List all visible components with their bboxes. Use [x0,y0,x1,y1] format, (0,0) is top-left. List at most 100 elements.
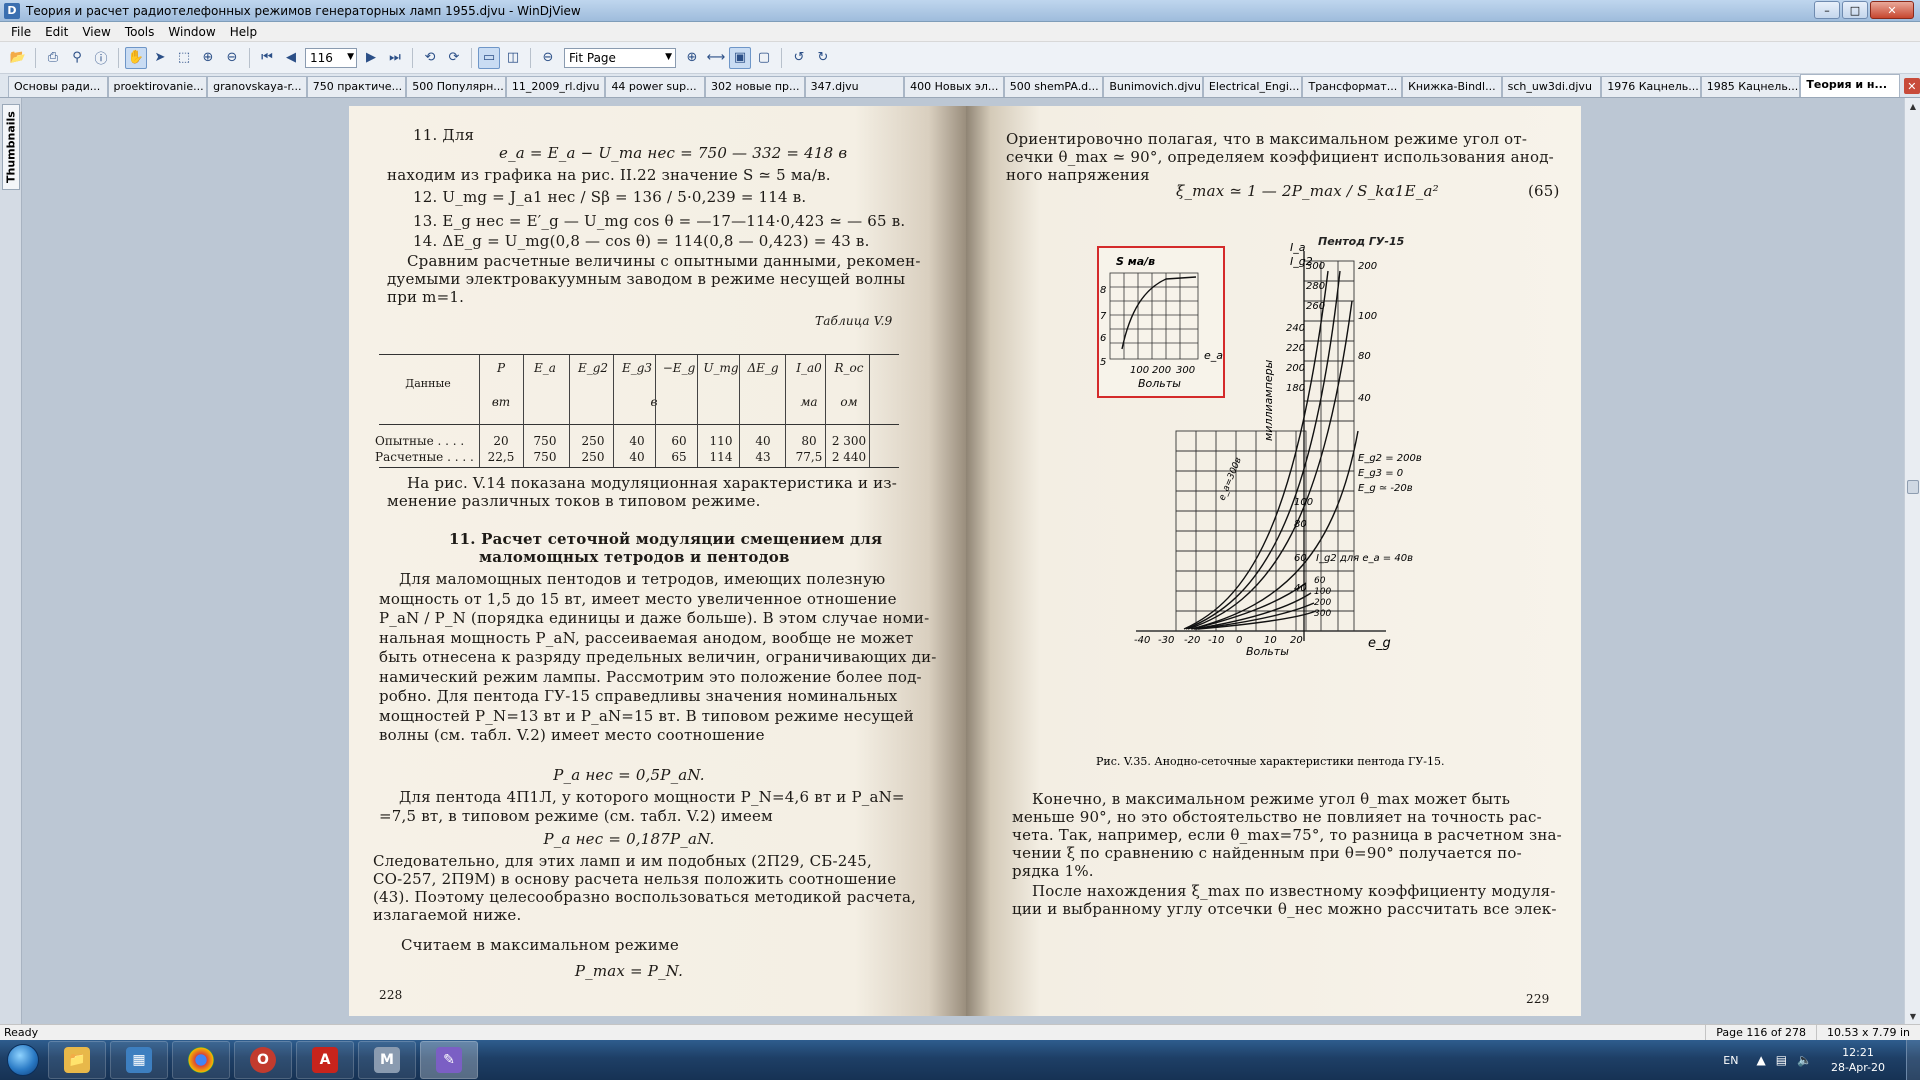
fit-width-icon[interactable]: ⟷ [705,47,727,69]
tray-arrow-icon[interactable]: ▲ [1756,1053,1765,1067]
prev-page-icon[interactable]: ◀ [280,47,302,69]
menu-help[interactable]: Help [223,25,264,39]
chevron-down-icon[interactable]: ▼ [347,52,354,62]
left-page: 11. Для e_a = E_a − U_ma нес = 750 — 332… [349,106,966,1016]
tab-12[interactable]: Electrical_Engi... [1202,76,1303,97]
taskbar-chrome[interactable] [172,1041,230,1079]
taskbar-acrobat[interactable]: A [296,1041,354,1079]
show-desktop-button[interactable] [1906,1040,1920,1080]
text-line: нальная мощность P_aN, рассеиваемая анод… [379,628,914,647]
actual-size-icon[interactable]: ▢ [753,47,775,69]
volume-icon[interactable]: 🔈 [1797,1053,1812,1067]
zoom-in-icon[interactable]: ⊕ [681,47,703,69]
tab-18[interactable]: Теория и н... [1800,74,1900,97]
menu-tools[interactable]: Tools [118,25,162,39]
scroll-thumb[interactable] [1907,480,1919,494]
tick-label: -20 [1184,635,1200,646]
print-icon[interactable]: ⎙ [42,47,64,69]
close-tab-icon[interactable]: ✕ [1903,78,1920,94]
thumbnails-tab[interactable]: Thumbnails [2,104,20,190]
document-view[interactable]: 11. Для e_a = E_a − U_ma нес = 750 — 332… [22,98,1904,1024]
taskbar-opera[interactable]: O [234,1041,292,1079]
rotate-right-icon[interactable]: ↻ [812,47,834,69]
forward-icon[interactable]: ⟳ [443,47,465,69]
menu-edit[interactable]: Edit [38,25,75,39]
text-line: Считаем в максимальном режиме [401,936,679,954]
menu-window[interactable]: Window [161,25,222,39]
table-divider [697,355,698,467]
table-col-header: P [496,361,506,375]
network-icon[interactable]: ▤ [1776,1053,1787,1067]
minimize-button[interactable]: – [1814,1,1840,19]
media-center-icon: ▦ [126,1047,152,1073]
close-button[interactable]: ✕ [1870,1,1914,19]
tab-0[interactable]: Основы ради... [7,76,108,97]
tab-8[interactable]: 347.djvu [804,76,905,97]
hand-tool-icon[interactable]: ✋ [125,46,147,69]
document-tabs: Основы ради... proektirovanie... granovska… [0,74,1920,98]
select-tool-icon[interactable]: ➤ [149,47,171,69]
tab-5[interactable]: 11_2009_rl.djvu [505,76,606,97]
tab-15[interactable]: sch_uw3di.djvu [1501,76,1602,97]
table-divider [655,355,656,467]
chevron-down-icon[interactable]: ▼ [665,52,672,62]
zoom-in-tool-icon[interactable]: ⊕ [197,47,219,69]
menu-view[interactable]: View [75,25,117,39]
tab-16[interactable]: 1976 Кацнель... [1601,76,1701,97]
next-page-icon[interactable]: ▶ [360,47,382,69]
open-icon[interactable]: 📂 [7,47,29,69]
text-line: намический режим лампы. Рассмотрим это п… [379,667,922,686]
table-divider [569,355,570,467]
tab-9[interactable]: 400 Новых эл... [904,76,1004,97]
text-line: волны (см. табл. V.2) имеет место соотно… [379,726,765,744]
find-icon[interactable]: ⚲ [66,47,88,69]
taskbar: 📁 ▦ O A M ✎ EN ▲ ▤ 🔈 12:21 28-Apr-20 [0,1040,1920,1080]
tab-3[interactable]: 750 практиче... [306,76,407,97]
text-line: сечки θ_max ≃ 90°, определяем коэффициен… [1006,148,1554,166]
tab-17[interactable]: 1985 Кацнель... [1700,76,1801,97]
start-button[interactable] [0,1040,46,1080]
rotate-left-icon[interactable]: ↺ [788,47,810,69]
last-page-icon[interactable]: ⏭ [384,47,406,69]
two-page-icon[interactable]: ◫ [502,47,524,69]
info-icon[interactable]: ⓘ [90,47,112,69]
tab-10[interactable]: 500 shemPA.d... [1003,76,1104,97]
taskbar-windjview[interactable]: ✎ [420,1041,478,1079]
opera-icon: O [250,1047,276,1073]
taskbar-mathcad[interactable]: M [358,1041,416,1079]
tick-label: 8 [1100,285,1106,296]
back-icon[interactable]: ⟲ [419,47,441,69]
zoom-out-tool-icon[interactable]: ⊖ [221,47,243,69]
first-page-icon[interactable]: ⏮ [256,47,278,69]
section-title: 11. Расчет сеточной модуляции смещением … [449,530,883,548]
page-number-input[interactable]: 116 ▼ [305,47,357,68]
tab-1[interactable]: proektirovanie... [107,76,208,97]
language-indicator[interactable]: EN [1723,1054,1738,1067]
rect-select-icon[interactable]: ⬚ [173,47,195,69]
separator [781,47,782,68]
scroll-up-icon[interactable]: ▲ [1905,98,1920,114]
tab-13[interactable]: Трансформат... [1302,76,1403,97]
menu-file[interactable]: File [4,25,38,39]
tab-4[interactable]: 500 Популярн... [406,76,506,97]
taskbar-media[interactable]: ▦ [110,1041,168,1079]
scroll-down-icon[interactable]: ▼ [1905,1008,1920,1024]
zoom-select[interactable]: Fit Page ▼ [564,47,676,68]
tab-2[interactable]: granovskaya-r... [207,76,307,97]
tab-7[interactable]: 302 новые пр... [705,76,805,97]
tab-6[interactable]: 44 power sup... [605,76,706,97]
zoom-out-icon[interactable]: ⊖ [537,47,559,69]
maximize-button[interactable]: □ [1842,1,1868,19]
tab-14[interactable]: Книжка-Bindl... [1402,76,1502,97]
section-title: маломощных тетродов и пентодов [479,548,790,566]
single-page-icon[interactable]: ▭ [478,46,500,69]
text-line: ного напряжения [1006,166,1150,184]
tick-label: 100 [1130,365,1149,376]
tab-11[interactable]: Bunimovich.djvu [1103,76,1203,97]
vertical-scrollbar[interactable]: ▲ ▼ [1904,98,1920,1024]
tick-label: 200 [1286,363,1305,374]
fit-page-icon[interactable]: ▣ [729,46,751,69]
clock[interactable]: 12:21 28-Apr-20 [1822,1045,1894,1075]
table-row: Расчетные . . . . 22,5 750 250 40 65 114 43 77,5… [375,449,899,465]
taskbar-explorer[interactable]: 📁 [48,1041,106,1079]
